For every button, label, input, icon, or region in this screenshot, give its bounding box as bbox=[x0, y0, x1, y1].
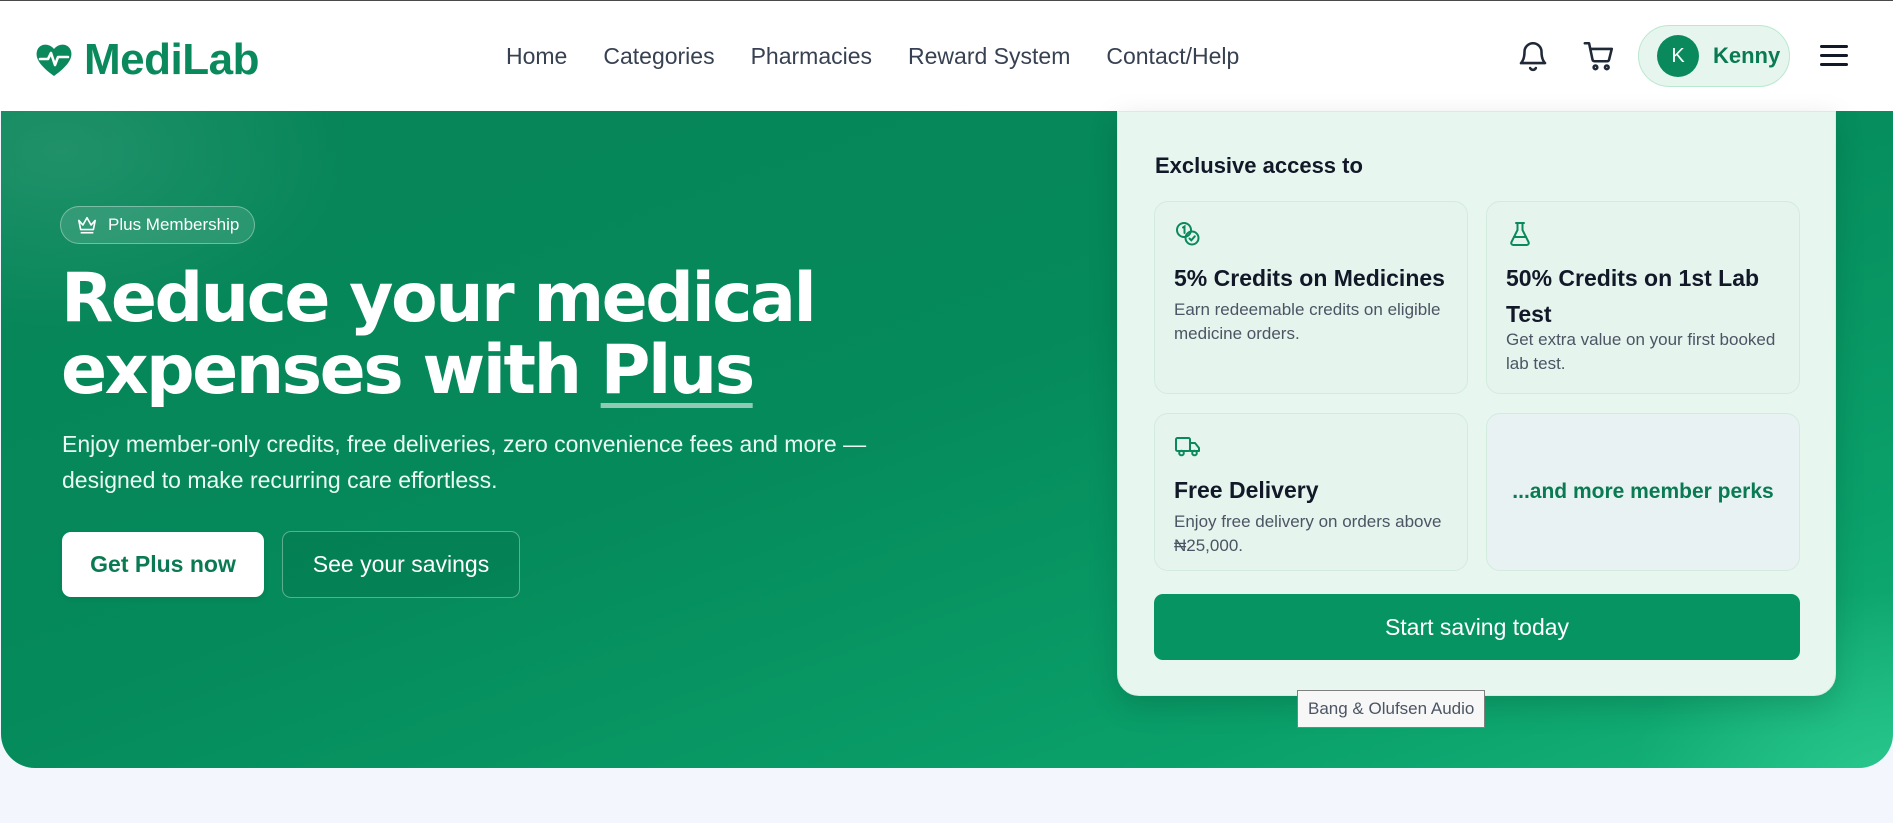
more-perks-tile: ...and more member perks bbox=[1486, 413, 1800, 571]
plus-membership-badge: Plus Membership bbox=[60, 206, 256, 244]
start-saving-button[interactable]: Start saving today bbox=[1154, 594, 1800, 660]
hero-title-highlight: Plus bbox=[600, 331, 756, 410]
nav-reward-system[interactable]: Reward System bbox=[908, 43, 1070, 70]
avatar: K bbox=[1657, 35, 1699, 77]
perks-card: Exclusive access to 5% Credits on Medici… bbox=[1117, 111, 1836, 696]
nav-contact-help[interactable]: Contact/Help bbox=[1106, 43, 1239, 70]
cart-icon bbox=[1583, 41, 1614, 71]
nav-categories[interactable]: Categories bbox=[603, 43, 714, 70]
hero-title-line2: expenses with bbox=[61, 331, 601, 410]
hero-title: Reduce your medical expenses with Plus bbox=[61, 263, 961, 407]
site-header: MediLab Home Categories Pharmacies Rewar… bbox=[0, 1, 1893, 111]
user-menu[interactable]: K Kenny bbox=[1638, 25, 1790, 87]
coins-icon bbox=[1176, 222, 1200, 246]
perk-title: 50% Credits on 1st Lab Test bbox=[1506, 265, 1760, 327]
see-savings-button[interactable]: See your savings bbox=[282, 531, 520, 598]
bell-icon bbox=[1519, 42, 1547, 72]
perk-description: Enjoy free delivery on orders above ₦25,… bbox=[1174, 512, 1442, 555]
notifications-button[interactable] bbox=[1514, 37, 1552, 75]
perk-description: Earn redeemable credits on eligible medi… bbox=[1174, 300, 1441, 343]
nav-home[interactable]: Home bbox=[506, 43, 567, 70]
brand-name: MediLab bbox=[84, 35, 259, 84]
perk-medicine-credits: 5% Credits on Medicines Earn redeemable … bbox=[1154, 201, 1468, 394]
get-plus-button[interactable]: Get Plus now bbox=[62, 532, 264, 597]
perk-free-delivery: Free Delivery Enjoy free delivery on ord… bbox=[1154, 413, 1468, 571]
main-nav: Home Categories Pharmacies Reward System… bbox=[506, 43, 1239, 70]
more-perks-label: ...and more member perks bbox=[1512, 480, 1774, 503]
perk-description: Get extra value on your first booked lab… bbox=[1506, 330, 1776, 373]
logo[interactable]: MediLab bbox=[34, 35, 259, 85]
badge-label: Plus Membership bbox=[108, 215, 240, 234]
perks-card-title: Exclusive access to bbox=[1155, 153, 1363, 178]
hero-title-line1: Reduce your medical bbox=[61, 259, 817, 338]
truck-icon bbox=[1175, 437, 1200, 457]
nav-pharmacies[interactable]: Pharmacies bbox=[751, 43, 872, 70]
perk-lab-test-credits: 50% Credits on 1st Lab Test Get extra va… bbox=[1486, 201, 1800, 394]
flask-icon bbox=[1510, 222, 1530, 246]
user-name: Kenny bbox=[1713, 43, 1781, 68]
crown-icon bbox=[78, 216, 96, 234]
tooltip: Bang & Olufsen Audio bbox=[1297, 690, 1486, 728]
hamburger-menu-icon[interactable] bbox=[1814, 39, 1854, 75]
perk-title: 5% Credits on Medicines bbox=[1174, 265, 1445, 291]
cart-button[interactable] bbox=[1580, 37, 1618, 75]
hero-subtitle: Enjoy member-only credits, free deliveri… bbox=[62, 431, 867, 493]
perk-title: Free Delivery bbox=[1174, 477, 1319, 503]
heart-pulse-icon bbox=[36, 44, 72, 76]
